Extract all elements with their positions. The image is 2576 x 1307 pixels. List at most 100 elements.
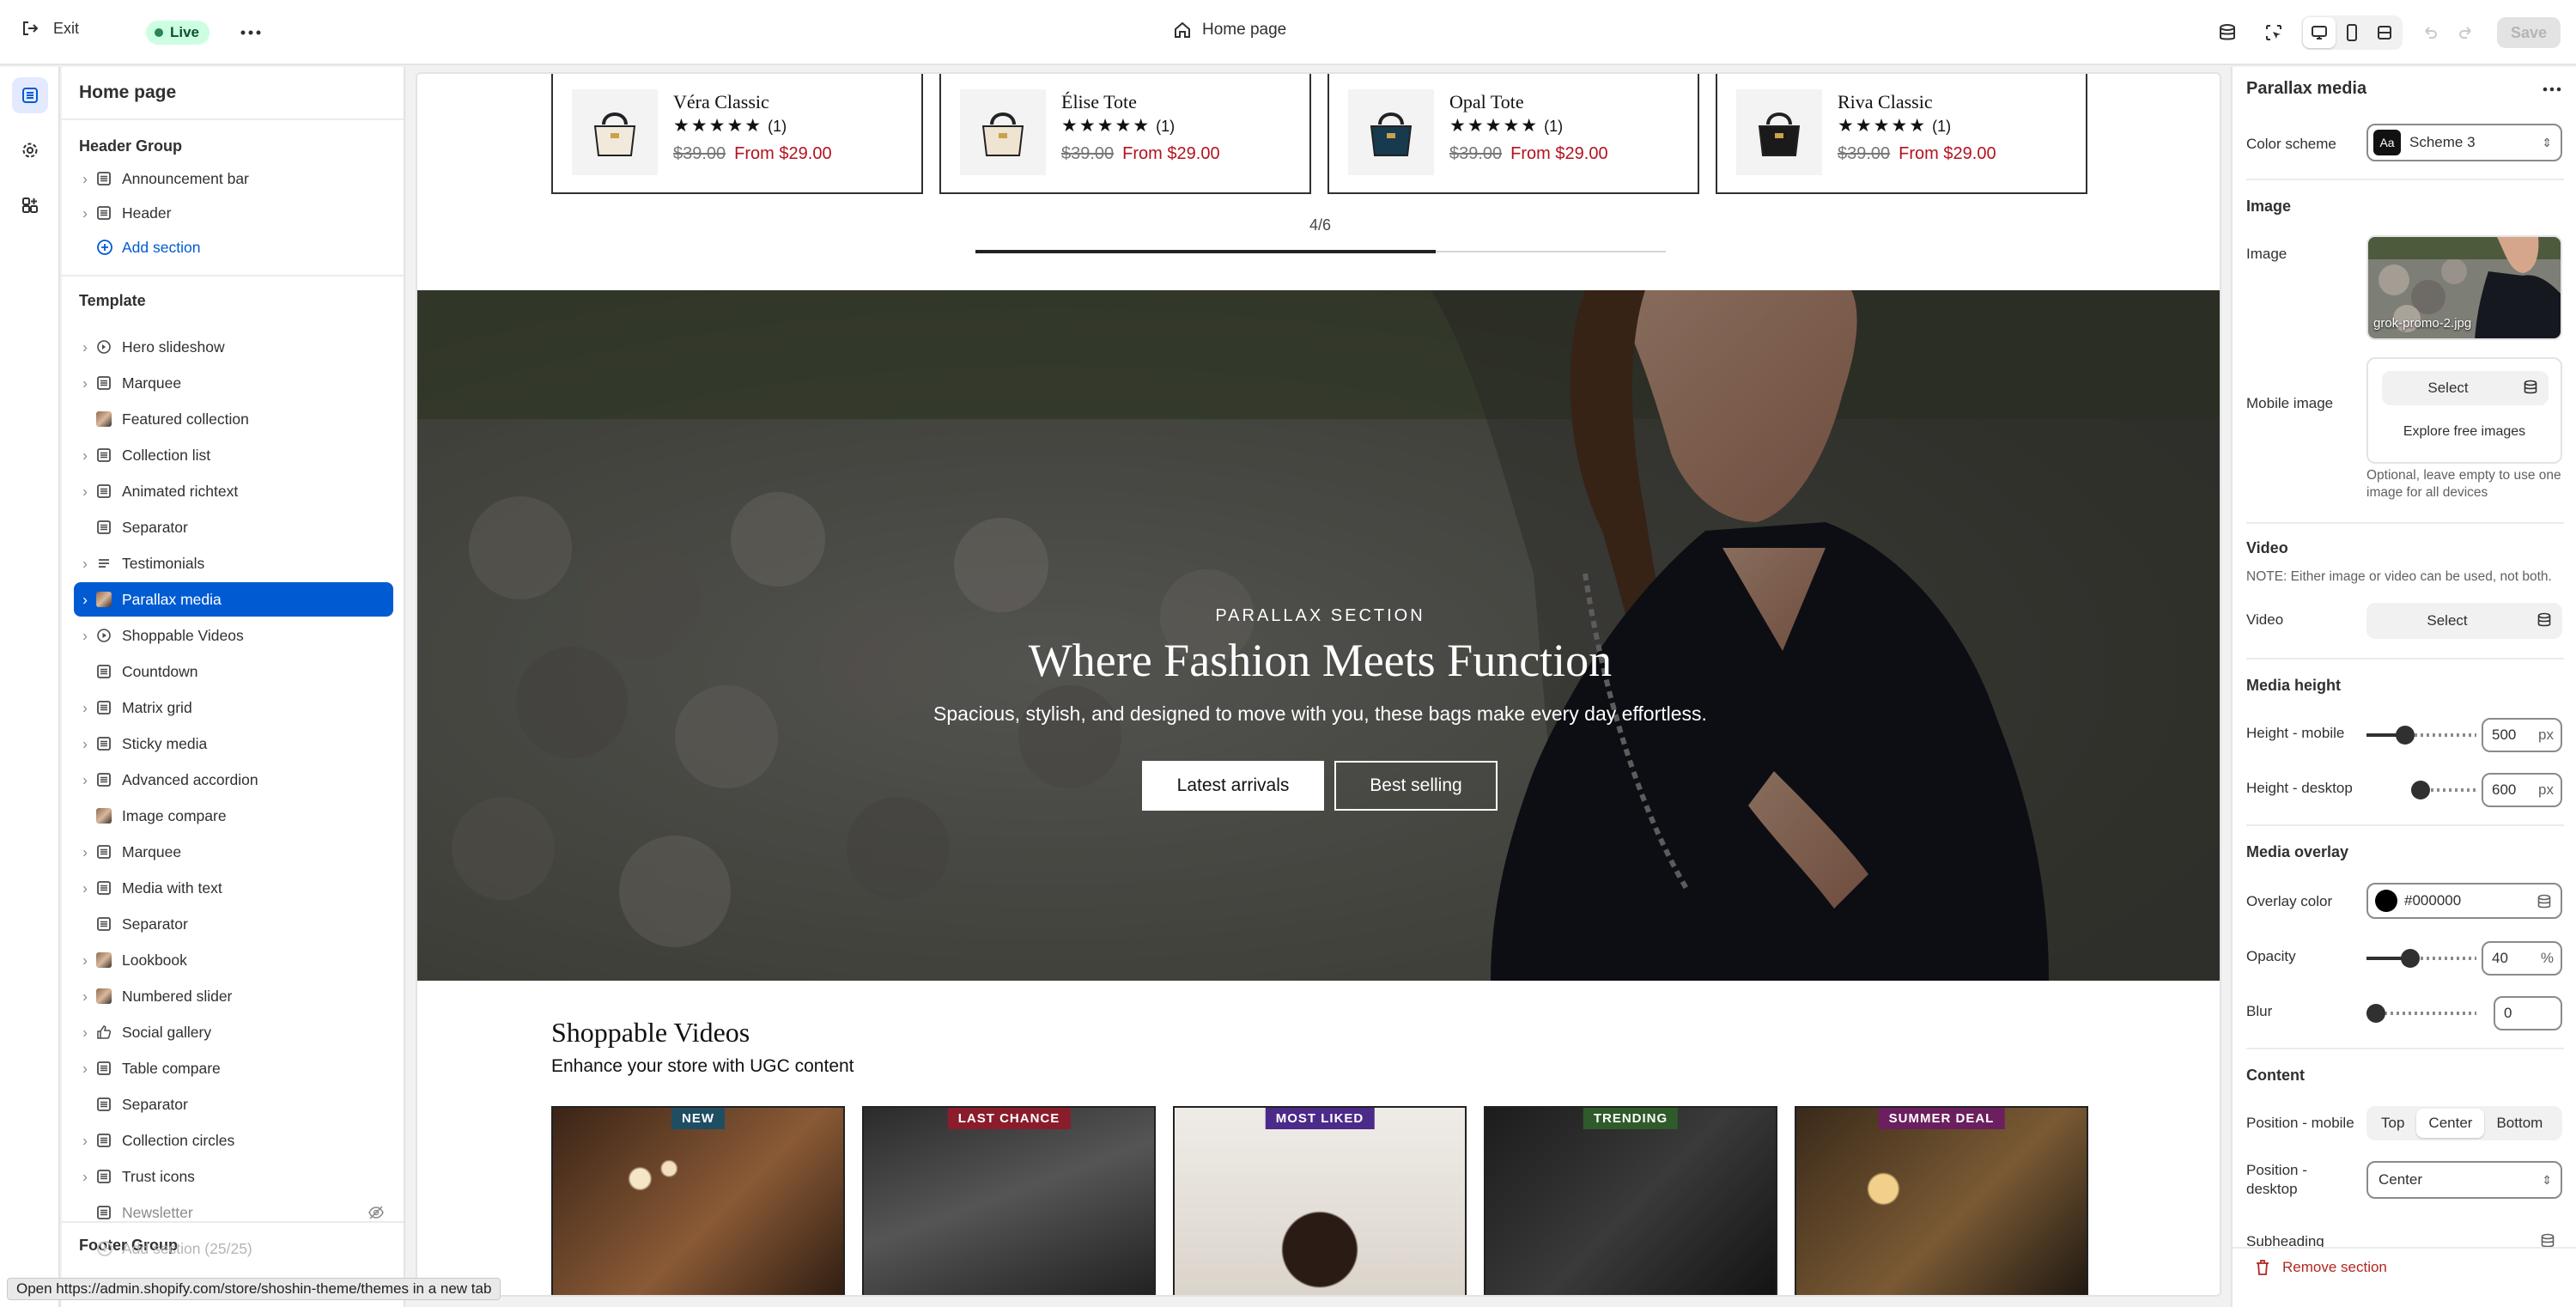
undo-button[interactable]: [2413, 15, 2447, 50]
position-top-option[interactable]: Top: [2369, 1109, 2416, 1138]
position-bottom-option[interactable]: Bottom: [2484, 1109, 2555, 1138]
section-marquee[interactable]: › Marquee: [74, 835, 393, 869]
section-separator[interactable]: Separator: [74, 907, 393, 941]
section-announcement-bar[interactable]: › Announcement bar: [74, 161, 393, 196]
section-lookbook[interactable]: › Lookbook: [74, 943, 393, 977]
overlay-color-input[interactable]: #000000: [2366, 883, 2562, 919]
image-picker[interactable]: grok-promo-2.jpg: [2366, 235, 2562, 340]
shoppable-video-card[interactable]: LAST CHANCE: [862, 1106, 1156, 1295]
color-scheme-select[interactable]: Aa Scheme 3 ⇕: [2366, 124, 2562, 161]
shoppable-video-card[interactable]: TRENDING: [1484, 1106, 1777, 1295]
section-testimonials[interactable]: › Testimonials: [74, 546, 393, 581]
section-table-compare[interactable]: › Table compare: [74, 1051, 393, 1085]
chevron-right-icon[interactable]: ›: [74, 1024, 96, 1042]
section-collection-circles[interactable]: › Collection circles: [74, 1123, 393, 1158]
product-image[interactable]: [960, 89, 1046, 175]
section-featured-collection[interactable]: Featured collection: [74, 402, 393, 436]
chevron-right-icon[interactable]: ›: [74, 555, 96, 573]
remove-section-button[interactable]: Remove section: [2255, 1259, 2387, 1276]
chevron-right-icon[interactable]: ›: [74, 483, 96, 501]
chevron-right-icon[interactable]: ›: [74, 591, 96, 609]
section-newsletter[interactable]: Newsletter: [74, 1195, 393, 1230]
chevron-right-icon[interactable]: ›: [74, 627, 96, 645]
shoppable-video-card[interactable]: SUMMER DEAL: [1795, 1106, 2088, 1295]
height-desktop-slider-handle[interactable]: [2411, 781, 2430, 799]
video-select-button[interactable]: Select: [2366, 603, 2562, 639]
shoppable-video-card[interactable]: NEW: [551, 1106, 845, 1295]
parallax-hero[interactable]: PARALLAX SECTION Where Fashion Meets Fun…: [417, 290, 2220, 981]
inspector-button[interactable]: [2257, 15, 2291, 50]
chevron-right-icon[interactable]: ›: [74, 204, 96, 222]
exit-button[interactable]: Exit: [21, 19, 79, 38]
explore-free-images-link[interactable]: Explore free images: [2368, 424, 2561, 440]
latest-arrivals-button[interactable]: Latest arrivals: [1142, 761, 1324, 811]
chevron-right-icon[interactable]: ›: [74, 1060, 96, 1078]
chevron-right-icon[interactable]: ›: [74, 879, 96, 897]
product-name[interactable]: Élise Tote: [1061, 91, 1137, 113]
section-media-with-text[interactable]: › Media with text: [74, 871, 393, 905]
best-selling-button[interactable]: Best selling: [1334, 761, 1498, 811]
product-name[interactable]: Riva Classic: [1838, 91, 1933, 113]
desktop-view-button[interactable]: [2303, 17, 2336, 48]
chevron-right-icon[interactable]: ›: [74, 699, 96, 717]
apps-rail-button[interactable]: [12, 187, 48, 223]
opacity-input[interactable]: 40%: [2482, 941, 2562, 976]
shoppable-video-card[interactable]: MOST LIKED: [1173, 1106, 1467, 1295]
add-section-template-button[interactable]: Add section (25/25): [74, 1231, 393, 1266]
settings-rail-button[interactable]: [12, 132, 48, 168]
section-parallax-media[interactable]: › Parallax media: [74, 582, 393, 617]
chevron-right-icon[interactable]: ›: [74, 735, 96, 753]
chevron-right-icon[interactable]: ›: [74, 338, 96, 356]
theme-settings-button[interactable]: [2210, 15, 2245, 50]
mobile-image-select-button[interactable]: Select: [2382, 371, 2549, 405]
section-collection-list[interactable]: › Collection list: [74, 438, 393, 472]
product-image[interactable]: [1736, 89, 1822, 175]
height-desktop-input[interactable]: 600 px: [2482, 773, 2562, 807]
product-card[interactable]: Opal Tote ★★★★★ (1) $39.00 From $29.00: [1327, 74, 1699, 194]
fullscreen-view-button[interactable]: [2368, 17, 2401, 48]
product-card[interactable]: Riva Classic ★★★★★ (1) $39.00 From $29.00: [1716, 74, 2087, 194]
position-desktop-select[interactable]: Center ⇕: [2366, 1161, 2562, 1199]
section-image-compare[interactable]: Image compare: [74, 799, 393, 833]
section-separator[interactable]: Separator: [74, 1087, 393, 1122]
color-swatch[interactable]: [2375, 890, 2397, 912]
chevron-right-icon[interactable]: ›: [74, 1132, 96, 1150]
product-card[interactable]: Véra Classic ★★★★★ (1) $39.00 From $29.00: [551, 74, 923, 194]
preview-canvas[interactable]: 4/6 PARALLAX SECTION Where Fashion Meets…: [416, 72, 2221, 1297]
chevron-right-icon[interactable]: ›: [74, 1168, 96, 1186]
section-hero-slideshow[interactable]: › Hero slideshow: [74, 330, 393, 364]
section-matrix-grid[interactable]: › Matrix grid: [74, 690, 393, 725]
chevron-right-icon[interactable]: ›: [74, 170, 96, 188]
product-name[interactable]: Véra Classic: [673, 91, 769, 113]
section-sticky-media[interactable]: › Sticky media: [74, 726, 393, 761]
blur-slider-handle[interactable]: [2366, 1004, 2385, 1023]
sections-rail-button[interactable]: [12, 77, 48, 113]
mobile-view-button[interactable]: [2336, 17, 2368, 48]
product-name[interactable]: Opal Tote: [1449, 91, 1524, 113]
section-shoppable-videos[interactable]: › Shoppable Videos: [74, 618, 393, 653]
save-button[interactable]: Save: [2497, 17, 2561, 48]
section-social-gallery[interactable]: › Social gallery: [74, 1015, 393, 1049]
section-advanced-accordion[interactable]: › Advanced accordion: [74, 763, 393, 797]
blur-input[interactable]: 0: [2494, 996, 2562, 1030]
chevron-right-icon[interactable]: ›: [74, 988, 96, 1006]
more-actions-button[interactable]: [234, 15, 268, 50]
section-header[interactable]: › Header: [74, 196, 393, 230]
opacity-slider-handle[interactable]: [2401, 949, 2420, 968]
height-mobile-slider-handle[interactable]: [2396, 726, 2415, 745]
section-numbered-slider[interactable]: › Numbered slider: [74, 979, 393, 1013]
product-image[interactable]: [572, 89, 658, 175]
add-section-header-group[interactable]: Add section: [74, 230, 393, 264]
section-marquee[interactable]: › Marquee: [74, 366, 393, 400]
chevron-right-icon[interactable]: ›: [74, 447, 96, 465]
section-separator[interactable]: Separator: [74, 510, 393, 544]
height-mobile-input[interactable]: 500 px: [2482, 718, 2562, 752]
hidden-eye-icon[interactable]: [368, 1204, 385, 1221]
product-card[interactable]: Élise Tote ★★★★★ (1) $39.00 From $29.00: [939, 74, 1311, 194]
section-countdown[interactable]: Countdown: [74, 654, 393, 689]
chevron-right-icon[interactable]: ›: [74, 374, 96, 392]
chevron-right-icon[interactable]: ›: [74, 843, 96, 861]
section-animated-richtext[interactable]: › Animated richtext: [74, 474, 393, 508]
dynamic-source-icon[interactable]: [2537, 894, 2552, 909]
position-center-option[interactable]: Center: [2416, 1109, 2485, 1138]
